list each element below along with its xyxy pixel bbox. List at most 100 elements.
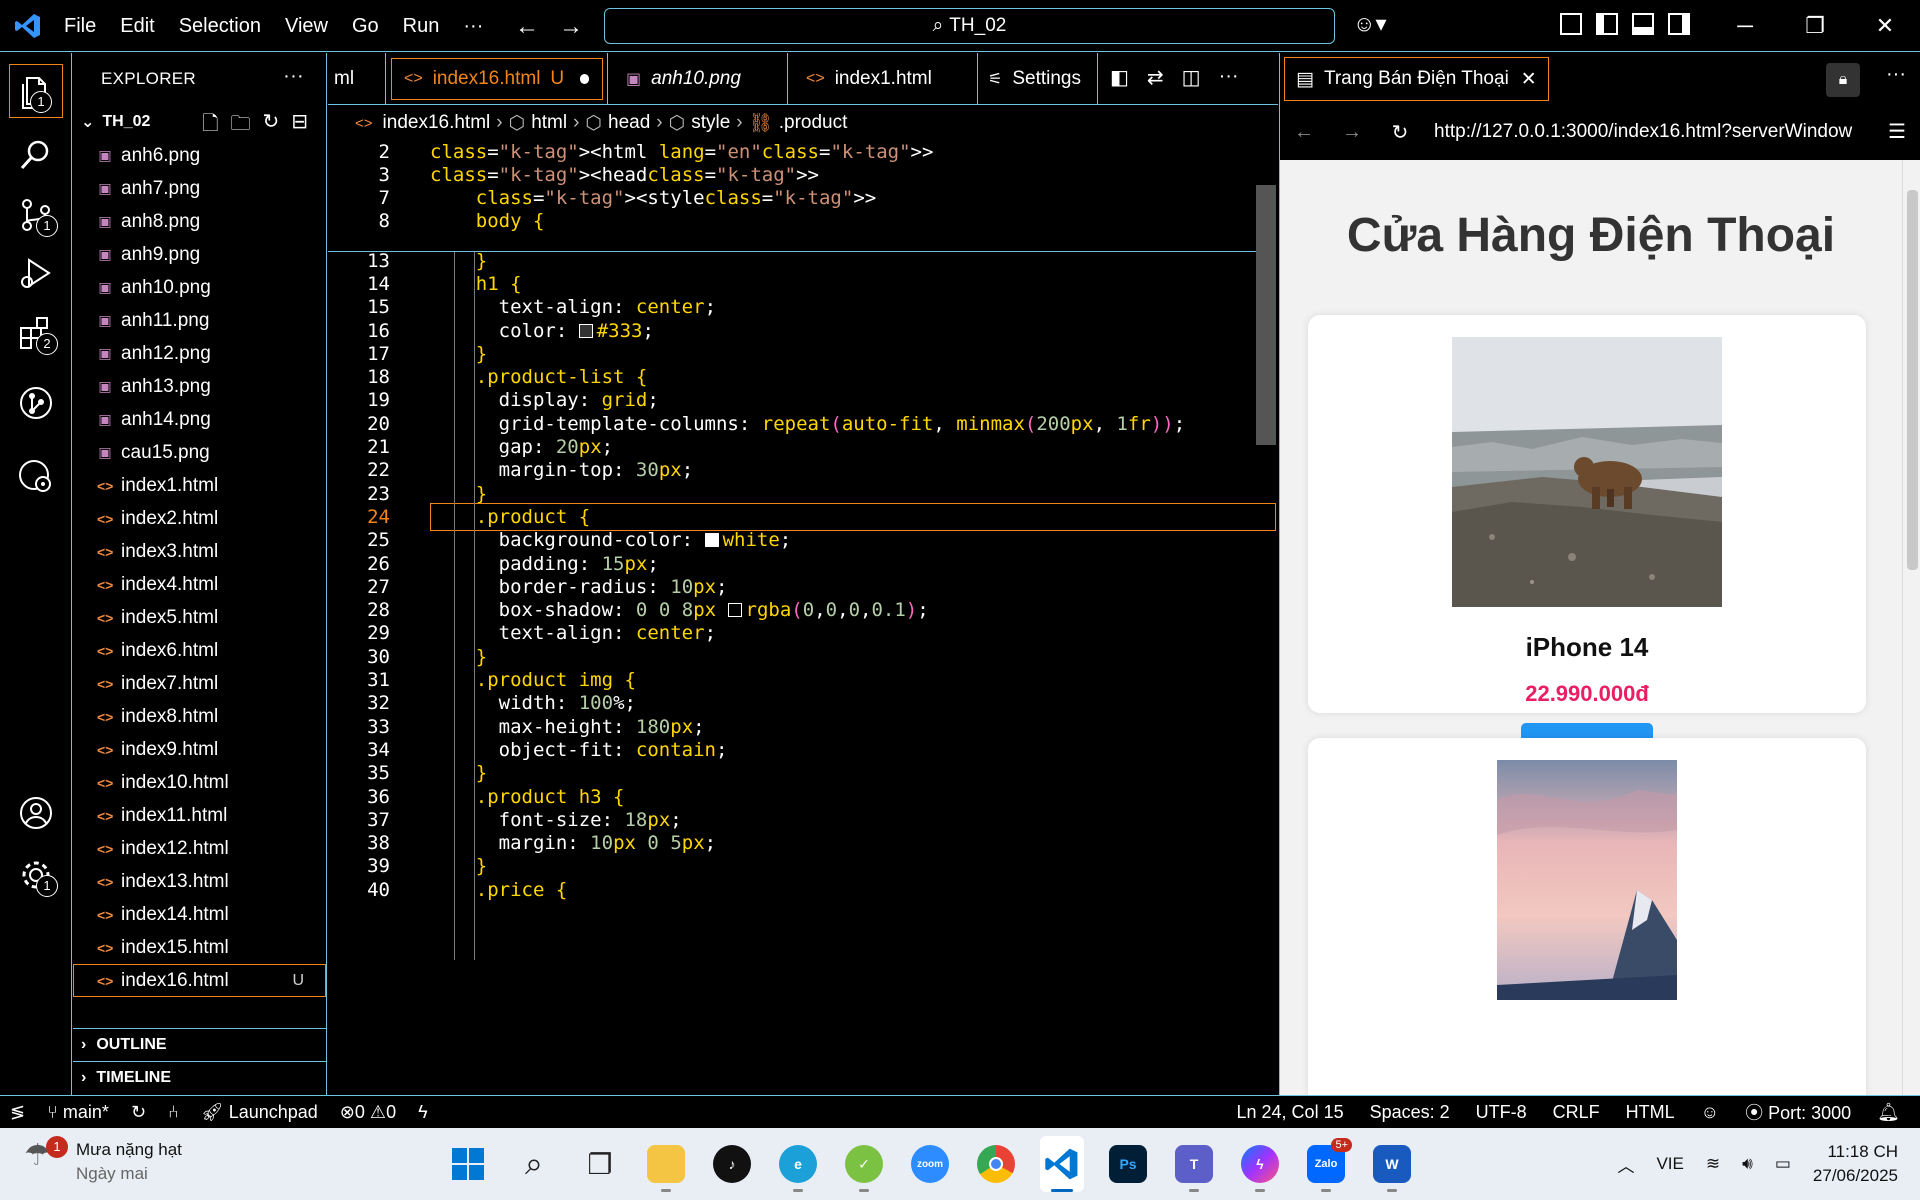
breadcrumb-html[interactable]: html [531, 112, 567, 134]
messenger-app[interactable]: ϟ [1238, 1136, 1282, 1192]
input-language[interactable]: VIE [1656, 1154, 1683, 1174]
tab-anh10[interactable]: ▣ anh10.png [608, 53, 788, 105]
remote-icon[interactable]: ≶ [10, 1102, 25, 1123]
zalo-app[interactable]: Zalo 5+ [1304, 1136, 1352, 1192]
new-file-icon[interactable]: 🗋 [202, 109, 218, 143]
more-actions-icon[interactable]: ··· [1886, 63, 1906, 86]
edge-app[interactable]: e [776, 1136, 820, 1192]
copilot-icon[interactable]: ☺▾ [1353, 11, 1387, 37]
menu-selection[interactable]: Selection [167, 0, 273, 52]
collapse-all-icon[interactable]: ⊟ [291, 109, 308, 143]
file-item[interactable]: <> index6.html [73, 634, 326, 667]
file-item[interactable]: <> index9.html [73, 733, 326, 766]
file-item[interactable]: <> index4.html [73, 568, 326, 601]
forward-arrow-icon[interactable]: → [559, 13, 583, 41]
preview-scrollbar[interactable] [1902, 160, 1920, 1095]
indentation[interactable]: Spaces: 2 [1370, 1102, 1450, 1123]
language-mode[interactable]: HTML [1626, 1102, 1675, 1123]
file-item[interactable]: ▣ anh12.png [73, 337, 326, 370]
taskbar-search[interactable]: ⌕ [512, 1136, 556, 1192]
color-swatch[interactable] [704, 533, 719, 548]
tab-settings[interactable]: ⚟ Settings [978, 53, 1098, 105]
photoshop-app[interactable]: Ps [1106, 1136, 1150, 1192]
back-arrow-icon[interactable]: ← [515, 13, 539, 41]
restore-icon[interactable]: ❐ [1780, 0, 1850, 52]
editor-scrollbar[interactable] [1256, 185, 1276, 445]
file-explorer-app[interactable] [644, 1136, 688, 1192]
customize-layout-icon[interactable] [1560, 13, 1582, 35]
code-editor[interactable]: 11 margin: 0;12 padding: 20px;13 }14 h1 … [328, 140, 1278, 1095]
outline-section[interactable]: › OUTLINE [73, 1028, 327, 1061]
refresh-icon[interactable]: ↻ [262, 109, 279, 143]
new-folder-icon[interactable]: 🗀 [230, 109, 250, 143]
compare-changes-icon[interactable]: ⇄ [1147, 65, 1164, 90]
file-item[interactable]: <> index1.html [73, 469, 326, 502]
file-item[interactable]: <> index13.html [73, 865, 326, 898]
scrollbar-thumb[interactable] [1907, 190, 1918, 570]
menu-edit[interactable]: Edit [108, 0, 166, 52]
battery-icon[interactable]: ▭ [1775, 1154, 1791, 1174]
file-item[interactable]: <> index8.html [73, 700, 326, 733]
weather-widget[interactable]: ☂ 1 Mưa nặng hạt Ngày mai [24, 1136, 182, 1186]
file-item[interactable]: ▣ anh9.png [73, 238, 326, 271]
notifications-icon[interactable]: 🔔︎ [1877, 1102, 1900, 1123]
live-server-item[interactable]: ⦿ Port: 3000 [1745, 1099, 1851, 1125]
tab-index1[interactable]: <> index1.html [788, 53, 978, 105]
toggle-primary-sidebar-icon[interactable] [1596, 13, 1618, 35]
start-button[interactable] [446, 1136, 490, 1192]
file-item[interactable]: <> index11.html [73, 799, 326, 832]
code-line[interactable]: 8 body { [328, 207, 1278, 235]
run-debug-activity[interactable] [0, 243, 72, 303]
zoom-app[interactable]: zoom [908, 1136, 952, 1192]
file-item[interactable]: <> index15.html [73, 931, 326, 964]
file-item[interactable]: ▣ anh6.png [73, 139, 326, 172]
file-item[interactable]: <> index16.html U [73, 964, 326, 997]
menu-go[interactable]: Go [340, 0, 391, 52]
breadcrumb-selector[interactable]: .product [779, 112, 848, 134]
breadcrumb-head[interactable]: head [608, 112, 650, 134]
menu-run[interactable]: Run [391, 0, 452, 52]
color-swatch[interactable] [727, 603, 742, 618]
minimize-icon[interactable]: ─ [1710, 0, 1780, 52]
line-ending[interactable]: CRLF [1553, 1102, 1600, 1123]
clock[interactable]: 11:18 CH 27/06/2025 [1813, 1140, 1898, 1188]
file-item[interactable]: ▣ anh7.png [73, 172, 326, 205]
breadcrumb-file[interactable]: index16.html [383, 112, 491, 134]
extensions-activity[interactable]: 2 [0, 303, 72, 363]
refresh-icon[interactable]: ↻ [1376, 120, 1424, 145]
sync-icon[interactable]: ↻ [131, 1102, 146, 1123]
menu-file[interactable]: File [52, 0, 108, 52]
more-actions-icon[interactable]: ··· [1219, 65, 1239, 90]
launchpad-item[interactable]: 🚀︎ Launchpad [201, 1102, 318, 1123]
copilot-status-icon[interactable]: ☺ [1701, 1102, 1719, 1123]
task-view-button[interactable]: ❐ [578, 1136, 622, 1192]
menu-icon[interactable]: ☰ [1888, 119, 1906, 144]
split-editor-icon[interactable]: ◫ [1182, 65, 1201, 90]
lock-icon[interactable]: 🔒︎ [1826, 63, 1860, 97]
tiktok-app[interactable]: ♪ [710, 1136, 754, 1192]
more-actions-icon[interactable]: ··· [283, 65, 304, 88]
tab-partial[interactable]: ml [328, 53, 386, 105]
accounts-activity[interactable] [0, 783, 72, 843]
volume-icon[interactable]: 🔊︎ [1742, 1154, 1753, 1174]
file-item[interactable]: ▣ anh10.png [73, 271, 326, 304]
close-icon[interactable]: ✕ [1521, 68, 1537, 91]
git-graph-activity[interactable] [0, 373, 72, 433]
file-item[interactable]: <> index14.html [73, 898, 326, 931]
chrome-app[interactable] [974, 1136, 1018, 1192]
remote-explorer-activity[interactable] [0, 445, 72, 505]
menu-more[interactable]: ··· [451, 0, 495, 52]
code-line[interactable]: 40 .price { [328, 876, 1278, 904]
source-control-activity[interactable]: 1 [0, 185, 72, 245]
encoding[interactable]: UTF-8 [1476, 1102, 1527, 1123]
problems-item[interactable]: ⊗0 ⚠0 [340, 1102, 396, 1123]
file-item[interactable]: ▣ anh11.png [73, 304, 326, 337]
git-graph-status-icon[interactable]: ⑃ [168, 1102, 179, 1123]
url-bar[interactable]: http://127.0.0.1:3000/index16.html?serve… [1434, 121, 1874, 143]
word-app[interactable]: W [1370, 1136, 1414, 1192]
lightning-icon[interactable]: ϟ [418, 1102, 428, 1123]
file-item[interactable]: <> index3.html [73, 535, 326, 568]
close-window-icon[interactable]: ✕ [1850, 0, 1920, 52]
greenshot-app[interactable]: ✓ [842, 1136, 886, 1192]
breadcrumb-style[interactable]: style [691, 112, 730, 134]
